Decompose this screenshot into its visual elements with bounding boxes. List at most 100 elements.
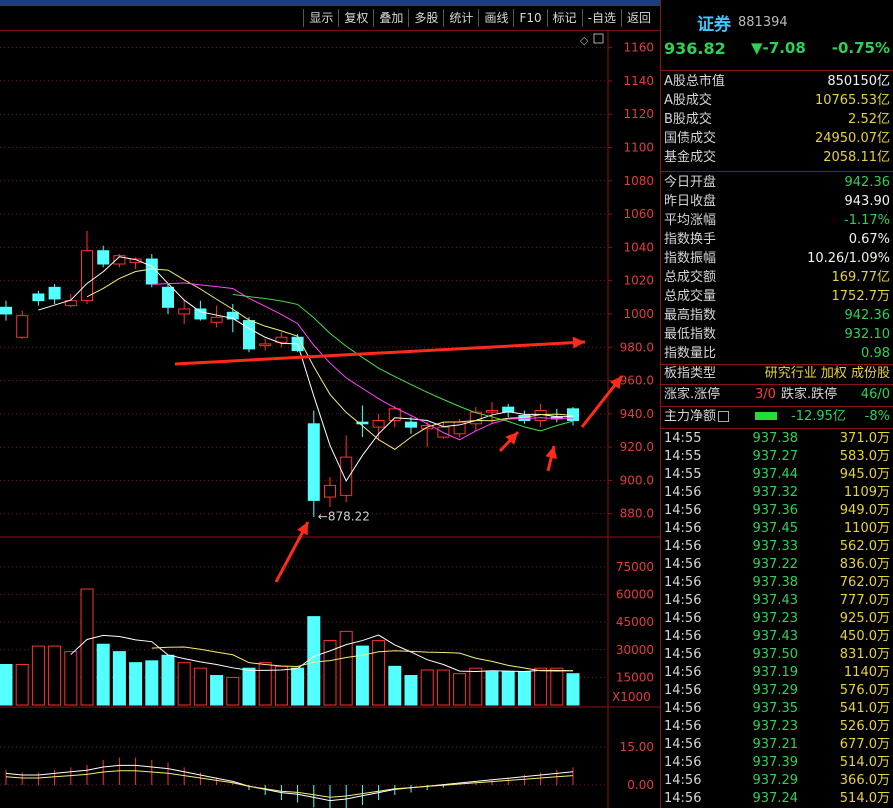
toolbar-btn-4[interactable]: 统计 [443, 9, 478, 27]
stat-item-value: 10.26/1.09% [807, 251, 890, 266]
stat-item-label: 最低指数 [664, 327, 717, 342]
netflow-label: 主力净额 [664, 408, 730, 426]
volume-bar [485, 671, 499, 706]
volume-bar [48, 645, 62, 706]
stat-item-row: 今日开盘 942.36 [661, 174, 893, 192]
top-toolbar: 显示 复权 叠加 多股 统计 画线 F10 标记 -自选 返回 [0, 0, 660, 31]
window-icon [593, 33, 604, 44]
down-count: 46/0 [860, 387, 890, 402]
candle-body [178, 308, 191, 315]
tick-time: 14:55 [664, 467, 702, 482]
candle-body [16, 315, 29, 338]
tick-row: 14:56 937.22 836.0万 [661, 556, 893, 574]
volume-bar [550, 667, 564, 706]
candle-body [372, 419, 385, 428]
volume-axis-label: 60000 [616, 588, 654, 602]
volume-bar [436, 669, 450, 706]
tick-vol: 514.0万 [839, 791, 890, 806]
tick-vol: 583.0万 [839, 449, 890, 464]
volume-bar [404, 675, 418, 706]
tick-time: 14:56 [664, 485, 702, 500]
candle-body [210, 316, 223, 323]
volume-bar [31, 645, 45, 706]
toolbar-btn-5[interactable]: 画线 [478, 9, 513, 27]
arrow-resistance-shaft [174, 340, 586, 366]
market-item-value: 850150亿 [827, 74, 890, 89]
divider [661, 384, 893, 385]
tick-time: 14:56 [664, 575, 702, 590]
index-type-value[interactable]: 研究行业 加权 成份股 [765, 365, 890, 383]
volume-bar [258, 662, 272, 706]
tick-vol: 777.0万 [839, 593, 890, 608]
tick-row: 14:56 937.35 541.0万 [661, 700, 893, 718]
ma30-line [232, 293, 574, 432]
netflow-bar [755, 412, 777, 420]
tick-price: 937.38 [752, 431, 799, 446]
stat-item-value: 942.36 [844, 308, 891, 323]
tick-price: 937.35 [752, 701, 799, 716]
tick-vol: 949.0万 [839, 503, 890, 518]
toolbar-btn-7[interactable]: 标记 [546, 9, 582, 27]
toolbar-btn-3[interactable]: 多股 [408, 9, 443, 27]
divider [661, 428, 893, 429]
toolbar-btn-8[interactable]: -自选 [581, 9, 621, 27]
candle-body [145, 258, 158, 285]
market-item-value: 2058.11亿 [823, 150, 890, 165]
price-axis-label: 1000 [623, 307, 654, 321]
tick-vol: 1109万 [843, 485, 890, 500]
tick-row: 14:56 937.45 1100万 [661, 520, 893, 538]
index-type-label: 板指类型 [664, 366, 717, 381]
tick-row: 14:56 937.50 831.0万 [661, 646, 893, 664]
toolbar-btn-1[interactable]: 复权 [338, 9, 373, 27]
candle-body [48, 286, 61, 300]
kline-chart[interactable]: 1160 1140 1120 1100 1080 1060 1040 1020 1000 980.… [0, 31, 660, 808]
stat-item-value: 932.10 [844, 327, 891, 342]
toolbar-btn-2[interactable]: 叠加 [373, 9, 408, 27]
tick-time: 14:56 [664, 647, 702, 662]
toolbar-btn-0[interactable]: 显示 [303, 9, 338, 27]
tick-vol: 562.0万 [839, 539, 890, 554]
tick-row: 14:56 937.29 366.0万 [661, 772, 893, 790]
stat-item-value: 942.36 [844, 175, 891, 190]
tick-time: 14:56 [664, 521, 702, 536]
stat-item-label: 最高指数 [664, 308, 717, 323]
toolbar-btn-9[interactable]: 返回 [620, 9, 656, 27]
stat-item-row: 平均涨幅 -1.17% [661, 212, 893, 230]
price-axis-label: 1080 [623, 174, 654, 188]
toolbar-btn-6[interactable]: F10 [513, 9, 546, 27]
candle-body [0, 306, 12, 315]
candle-body [81, 250, 93, 302]
netflow-menu-icon[interactable] [718, 411, 730, 422]
chart-area: 1160 1140 1120 1100 1080 1060 1040 1020 1000 980.… [0, 31, 660, 808]
volume-bar [469, 667, 483, 706]
tick-row: 14:55 937.38 371.0万 [661, 430, 893, 448]
tick-time: 14:56 [664, 683, 702, 698]
stat-item-row: 最低指数 932.10 [661, 326, 893, 344]
market-item-value: 10765.53亿 [814, 93, 890, 108]
low-price-annotation: ←878.22 [318, 510, 370, 524]
tick-vol: 526.0万 [839, 719, 890, 734]
tick-row: 14:55 937.44 945.0万 [661, 466, 893, 484]
tick-price: 937.32 [752, 485, 799, 500]
volume-bar [388, 665, 402, 706]
price-axis-label: 1020 [623, 274, 654, 288]
macd-axis-label: 15.00 [620, 740, 654, 754]
price-axis-label: 1160 [623, 41, 654, 55]
market-item-label: 基金成交 [664, 150, 717, 165]
tick-row: 14:56 937.38 762.0万 [661, 574, 893, 592]
volume-bar [307, 616, 321, 706]
tick-vol: 945.0万 [839, 467, 890, 482]
volume-axis-label: 45000 [616, 615, 654, 629]
tick-time: 14:56 [664, 629, 702, 644]
stat-item-row: 最高指数 942.36 [661, 307, 893, 325]
tick-price: 937.36 [752, 503, 799, 518]
tick-time: 14:56 [664, 611, 702, 626]
stat-item-row: 昨日收盘 943.90 [661, 193, 893, 211]
candle-body [162, 286, 174, 308]
volume-bar [226, 676, 240, 706]
volume-bar [291, 667, 305, 706]
stat-item-row: 总成交量 1752.7万 [661, 288, 893, 306]
tick-time: 14:56 [664, 791, 702, 806]
tick-time: 14:55 [664, 449, 702, 464]
tick-price: 937.29 [752, 773, 799, 788]
